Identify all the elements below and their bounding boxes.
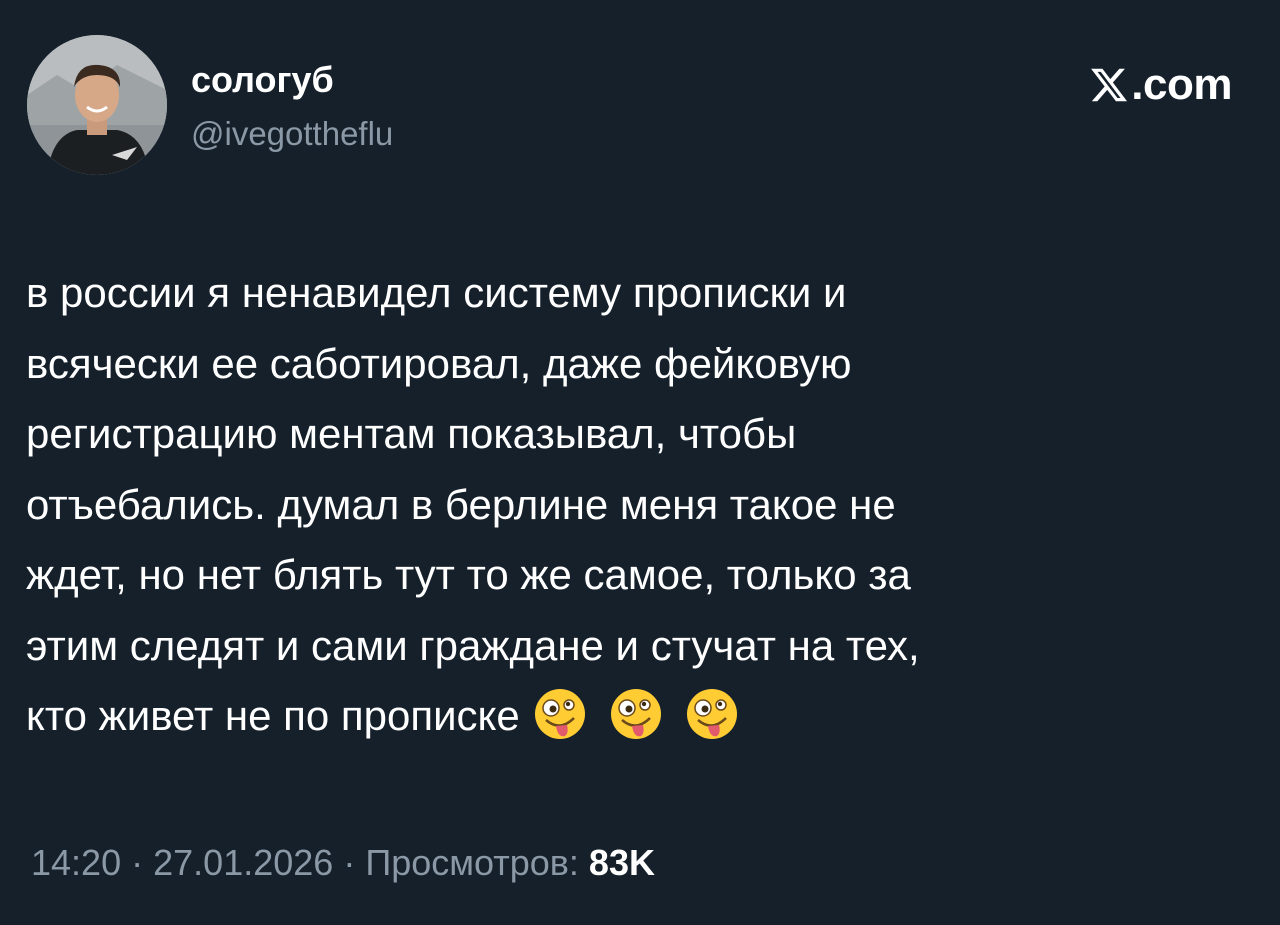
tweet-meta: 14:20 · 27.01.2026 · Просмотров: 83K — [31, 838, 655, 888]
meta-separator: · — [343, 842, 356, 883]
views-label: Просмотров: — [365, 842, 579, 883]
tweet-text-line: всячески ее саботировал, даже фейковую — [26, 339, 852, 387]
x-logo-icon — [1091, 68, 1128, 102]
tweet-text-line: отъебались. думал в берлине меня такое н… — [26, 480, 896, 528]
tweet-text: в россии я ненавидел систему прописки и … — [26, 258, 1236, 752]
zany-face-emoji-icon — [610, 689, 661, 739]
user-handle[interactable]: @ivegottheflu — [191, 114, 393, 154]
display-name[interactable]: сологуб — [191, 58, 334, 102]
meta-separator: · — [131, 842, 144, 883]
tweet-text-line: ждет, но нет блять тут то же самое, толь… — [26, 551, 911, 598]
x-brand-logo: .com — [1089, 60, 1232, 110]
tweet-card: сологуб @ivegottheflu .com в россии я не… — [0, 0, 1280, 925]
tweet-date[interactable]: 27.01.2026 — [153, 842, 333, 883]
tweet-text-line: в россии я ненавидел систему прописки и — [26, 269, 847, 316]
tweet-text-line: регистрацию ментам показывал, чтобы — [26, 410, 797, 457]
emoji-group — [532, 686, 740, 742]
tweet-text-line: этим следят и сами граждане и стучат на … — [26, 621, 920, 669]
zany-face-emoji-icon — [686, 689, 737, 739]
tweet-time[interactable]: 14:20 — [31, 842, 121, 883]
brand-domain-text: .com — [1131, 60, 1232, 109]
person-avatar-icon — [27, 35, 167, 175]
zany-face-emoji-icon — [534, 689, 585, 739]
avatar[interactable] — [27, 35, 167, 175]
tweet-text-line-last: кто живет не по прописке — [26, 681, 1236, 752]
tweet-text-line: кто живет не по прописке — [26, 692, 520, 739]
views-count: 83K — [588, 842, 655, 883]
